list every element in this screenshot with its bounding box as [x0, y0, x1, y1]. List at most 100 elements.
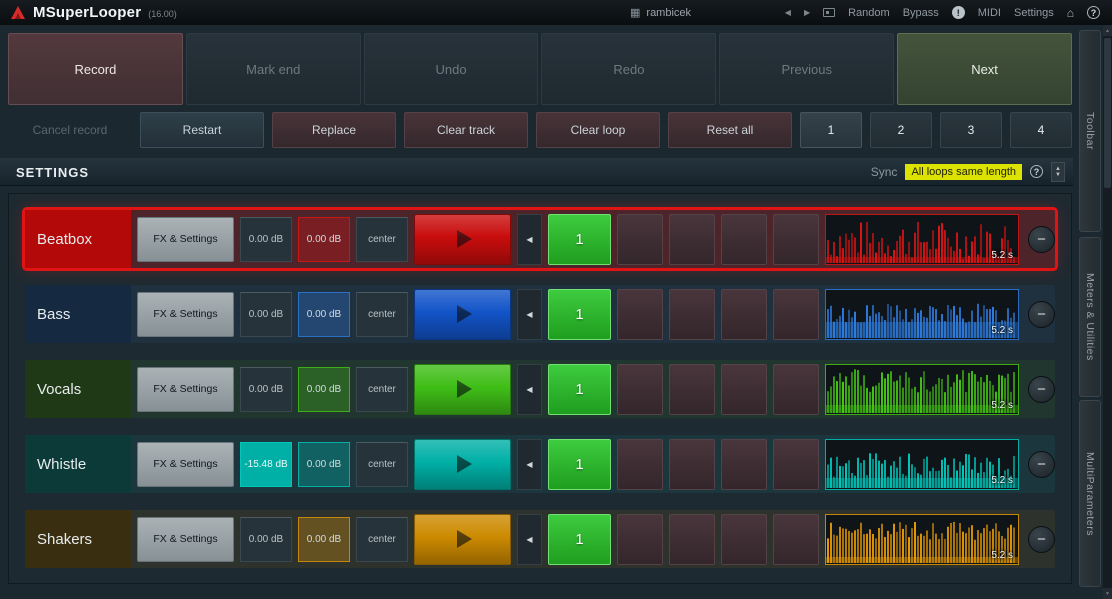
loop-slot-3[interactable] [669, 513, 715, 565]
loop-select-4[interactable]: 4 [1010, 112, 1072, 148]
cancel-record-button[interactable]: Cancel record [8, 112, 132, 148]
rewind-button[interactable]: ◀ [517, 513, 542, 565]
loop-slot-2[interactable] [617, 213, 663, 265]
waveform-display[interactable]: 5.2 s [825, 213, 1019, 265]
next-preset-icon[interactable]: ▶ [804, 8, 810, 17]
collapse-track-button[interactable]: − [1028, 450, 1055, 478]
track-volume-field[interactable]: 0.00 dB [240, 516, 292, 562]
reset-all-button[interactable]: Reset all [668, 112, 792, 148]
collapse-track-button[interactable]: − [1028, 300, 1055, 328]
track-volume-field[interactable]: 0.00 dB [240, 216, 292, 262]
play-button[interactable] [414, 213, 511, 265]
preset-selector[interactable]: ▦ rambicek [630, 0, 691, 25]
pan-field[interactable]: center [356, 216, 408, 262]
collapse-track-button[interactable]: − [1028, 225, 1055, 253]
play-button[interactable] [414, 513, 511, 565]
restart-button[interactable]: Restart [140, 112, 264, 148]
info-icon[interactable]: ! [951, 6, 965, 19]
clear-track-button[interactable]: Clear track [404, 112, 528, 148]
next-button[interactable]: Next [897, 33, 1072, 105]
home-icon[interactable]: ⌂ [1067, 6, 1074, 20]
stepper-down-icon[interactable]: ▼ [1055, 172, 1061, 178]
loop-slot-3[interactable] [669, 438, 715, 490]
fx-settings-button[interactable]: FX & Settings [137, 441, 234, 487]
rewind-button[interactable]: ◀ [517, 363, 542, 415]
mark-end-button[interactable]: Mark end [185, 33, 361, 105]
loop-slot-1[interactable]: 1 [548, 288, 611, 340]
track-name[interactable]: Bass [25, 285, 131, 343]
fx-settings-button[interactable]: FX & Settings [137, 291, 234, 337]
loop-slot-3[interactable] [669, 363, 715, 415]
loop-slot-4[interactable] [721, 288, 767, 340]
loop-volume-field[interactable]: 0.00 dB [298, 366, 350, 412]
vertical-scrollbar[interactable]: ▲ ▼ [1103, 25, 1112, 599]
loop-slot-2[interactable] [617, 288, 663, 340]
loop-slot-2[interactable] [617, 438, 663, 490]
loop-volume-field[interactable]: 0.00 dB [298, 291, 350, 337]
loop-volume-field[interactable]: 0.00 dB [298, 441, 350, 487]
bypass-button[interactable]: Bypass [903, 7, 939, 19]
record-button[interactable]: Record [8, 33, 183, 105]
loop-slot-4[interactable] [721, 213, 767, 265]
midi-button[interactable]: MIDI [978, 7, 1001, 19]
play-button[interactable] [414, 363, 511, 415]
pan-field[interactable]: center [356, 366, 408, 412]
collapse-track-button[interactable]: − [1028, 525, 1055, 553]
loop-slot-5[interactable] [773, 363, 819, 415]
pan-field[interactable]: center [356, 516, 408, 562]
track-volume-field[interactable]: 0.00 dB [240, 291, 292, 337]
loop-slot-2[interactable] [617, 363, 663, 415]
clear-loop-button[interactable]: Clear loop [536, 112, 660, 148]
track-name[interactable]: Shakers [25, 510, 131, 568]
loop-select-3[interactable]: 3 [940, 112, 1002, 148]
waveform-display[interactable]: 5.2 s [825, 363, 1019, 415]
sidebar-panel-toolbar[interactable]: Toolbar [1079, 30, 1101, 232]
sidebar-panel-meters-utilities[interactable]: Meters & Utilities [1079, 237, 1101, 397]
rewind-button[interactable]: ◀ [517, 288, 542, 340]
loop-select-1[interactable]: 1 [800, 112, 862, 148]
fx-settings-button[interactable]: FX & Settings [137, 216, 234, 262]
track-name[interactable]: Whistle [25, 435, 131, 493]
loop-slot-4[interactable] [721, 438, 767, 490]
loop-slot-5[interactable] [773, 438, 819, 490]
random-button[interactable]: Random [848, 7, 890, 19]
settings-button[interactable]: Settings [1014, 7, 1054, 19]
play-button[interactable] [414, 288, 511, 340]
loop-slot-3[interactable] [669, 288, 715, 340]
scroll-up-icon[interactable]: ▲ [1103, 25, 1112, 36]
waveform-display[interactable]: 5.2 s [825, 288, 1019, 340]
sync-help-icon[interactable]: ? [1030, 165, 1043, 178]
pan-field[interactable]: center [356, 291, 408, 337]
loop-slot-5[interactable] [773, 288, 819, 340]
track-volume-field[interactable]: 0.00 dB [240, 366, 292, 412]
monitor-icon[interactable] [823, 8, 836, 17]
waveform-display[interactable]: 5.2 s [825, 438, 1019, 490]
previous-button[interactable]: Previous [719, 33, 895, 105]
replace-button[interactable]: Replace [272, 112, 396, 148]
loop-volume-field[interactable]: 0.00 dB [298, 216, 350, 262]
scrollbar-thumb[interactable] [1104, 38, 1111, 188]
scroll-down-icon[interactable]: ▼ [1103, 588, 1112, 599]
fx-settings-button[interactable]: FX & Settings [137, 516, 234, 562]
loop-slot-1[interactable]: 1 [548, 213, 611, 265]
rewind-button[interactable]: ◀ [517, 438, 542, 490]
track-name[interactable]: Vocals [25, 360, 131, 418]
rewind-button[interactable]: ◀ [517, 213, 542, 265]
waveform-display[interactable]: 5.2 s [825, 513, 1019, 565]
undo-button[interactable]: Undo [363, 33, 539, 105]
loop-slot-4[interactable] [721, 513, 767, 565]
loop-slot-5[interactable] [773, 513, 819, 565]
previous-preset-icon[interactable]: ◀ [785, 8, 791, 17]
sidebar-panel-multiparameters[interactable]: MultiParameters [1079, 400, 1101, 587]
loop-slot-5[interactable] [773, 213, 819, 265]
fx-settings-button[interactable]: FX & Settings [137, 366, 234, 412]
loop-slot-1[interactable]: 1 [548, 438, 611, 490]
redo-button[interactable]: Redo [541, 33, 717, 105]
collapse-track-button[interactable]: − [1028, 375, 1055, 403]
loop-slot-2[interactable] [617, 513, 663, 565]
loop-slot-4[interactable] [721, 363, 767, 415]
track-volume-field[interactable]: -15.48 dB [240, 441, 292, 487]
loop-slot-1[interactable]: 1 [548, 363, 611, 415]
pan-field[interactable]: center [356, 441, 408, 487]
loop-select-2[interactable]: 2 [870, 112, 932, 148]
